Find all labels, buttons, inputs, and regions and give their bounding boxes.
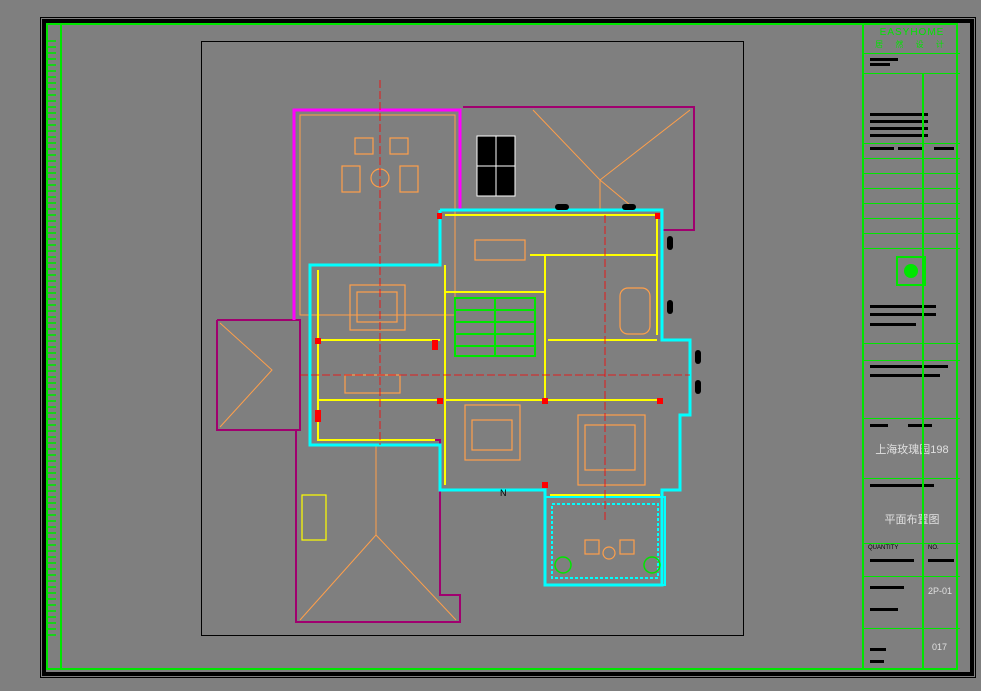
tb-divider: [864, 628, 960, 629]
tb-divider: [864, 53, 960, 54]
tb-column-divider: [922, 73, 924, 670]
tb-text-bar: [870, 586, 904, 589]
tb-divider: [864, 233, 960, 234]
tb-text-bar: [870, 313, 936, 316]
tb-divider: [864, 218, 960, 219]
tb-text-bar: [870, 113, 928, 116]
tb-divider: [864, 360, 960, 361]
company-logo: EASYHOME: [879, 27, 945, 38]
title-block: EASYHOME 居 然 设 计 上海玫瑰园198 平面布置图 QUANTITY…: [862, 23, 960, 670]
tb-text-bar: [870, 484, 934, 487]
tb-text-bar: [870, 58, 898, 61]
tb-divider: [864, 418, 960, 419]
tb-text-bar: [870, 305, 936, 308]
north-mark: N: [500, 488, 507, 498]
tb-text-bar: [870, 424, 888, 427]
tb-divider: [864, 73, 960, 74]
tb-text-bar: [870, 323, 916, 326]
tb-text-bar: [870, 120, 928, 123]
tb-text-bar: [870, 559, 914, 562]
no-label: NO.: [928, 545, 939, 551]
window-marks: [555, 204, 701, 394]
drawing-title: 平面布置图: [884, 514, 940, 526]
balcony-chairs: [584, 539, 635, 560]
tb-divider: [864, 343, 960, 344]
tb-divider: [864, 203, 960, 204]
tb-text-bar: [898, 147, 924, 150]
tb-divider: [864, 188, 960, 189]
drawing-number: 2P-01: [928, 586, 953, 596]
floor-plan-drawing[interactable]: N: [0, 0, 981, 691]
tb-text-bar: [908, 424, 932, 427]
tb-text-bar: [870, 608, 898, 611]
tb-text-bar: [870, 374, 940, 377]
tb-divider: [864, 478, 960, 479]
sheet-number: 017: [932, 642, 948, 652]
staircase: [454, 297, 536, 357]
tb-text-bar: [870, 134, 928, 137]
project-name: 上海玫瑰园198: [875, 444, 949, 456]
tb-text-bar: [870, 127, 928, 130]
tb-divider: [864, 576, 960, 577]
quantity-label: QUANTITY: [868, 545, 899, 551]
tb-divider: [864, 158, 960, 159]
tb-divider: [864, 543, 960, 544]
tb-divider: [864, 143, 960, 144]
tb-divider: [864, 173, 960, 174]
exterior-walls: [308, 208, 692, 587]
skylight: [476, 135, 516, 197]
tb-text-bar: [870, 648, 886, 651]
tb-text-bar: [928, 559, 954, 562]
tb-text-bar: [870, 63, 890, 66]
tb-text-bar: [870, 365, 948, 368]
tb-text-bar: [934, 147, 954, 150]
company-logo-subtitle: 居 然 设 计: [875, 40, 949, 49]
tb-text-bar: [870, 660, 884, 663]
tb-text-bar: [870, 147, 894, 150]
tb-divider: [864, 248, 960, 249]
